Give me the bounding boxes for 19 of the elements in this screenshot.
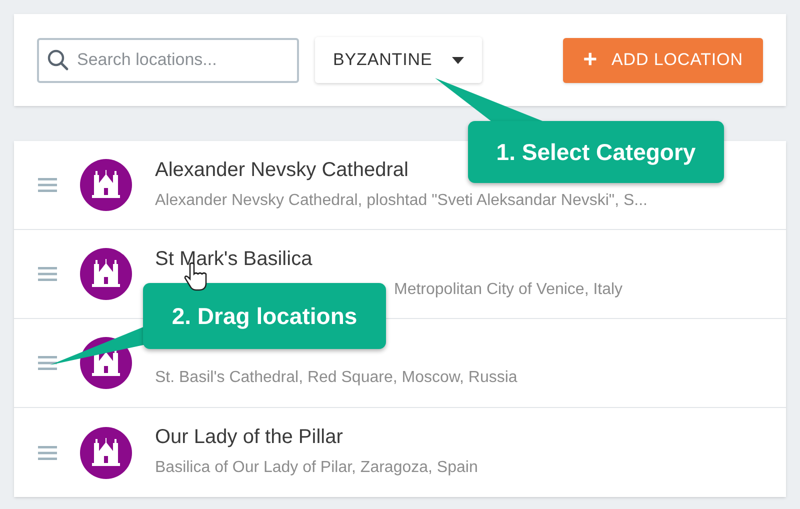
category-dropdown[interactable]: BYZANTINE	[315, 37, 482, 83]
search-icon	[47, 48, 69, 70]
drag-handle-icon[interactable]	[38, 267, 57, 281]
drag-handle-icon[interactable]	[38, 356, 57, 370]
location-title: Our Lady of the Pillar	[155, 425, 344, 450]
location-address: Basilica of Our Lady of Pilar, Zaragoza, Spain	[155, 458, 478, 478]
drag-handle-icon[interactable]	[38, 446, 57, 460]
location-address: Metropolitan City of Venice, Italy	[394, 280, 623, 300]
location-row[interactable]: Our Lady of the Pillar Basilica of Our Lady of Pilar, Zaragoza, Spain	[14, 408, 786, 497]
church-icon	[80, 159, 132, 211]
caret-icon	[452, 56, 464, 64]
location-address: Alexander Nevsky Cathedral, ploshtad "Sveti Aleksandar Nevski", S...	[155, 190, 648, 210]
church-icon	[80, 248, 132, 300]
search-field[interactable]: Search locations...	[37, 38, 299, 82]
location-title: St Mark's Basilica	[155, 246, 314, 272]
church-icon	[80, 426, 132, 478]
drag-handle-icon[interactable]	[38, 178, 57, 192]
location-title: Alexander Nevsky Cathedral	[155, 158, 410, 182]
location-address: St. Basil's Cathedral, Red Square, Moscow, Russia	[155, 368, 518, 388]
